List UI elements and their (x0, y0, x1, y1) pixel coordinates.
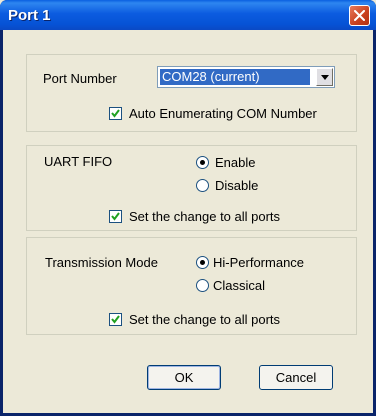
fifo-disable-label[interactable]: Disable (215, 178, 258, 193)
chevron-down-icon (321, 75, 329, 80)
transmission-apply-all-label[interactable]: Set the change to all ports (129, 312, 280, 327)
fifo-apply-all-label[interactable]: Set the change to all ports (129, 209, 280, 224)
title-bar[interactable]: Port 1 (0, 0, 376, 30)
dialog-window: Port 1 Port Number COM28 (current) Auto … (0, 0, 376, 416)
fifo-apply-all-checkbox[interactable] (109, 210, 122, 223)
cancel-button[interactable]: Cancel (259, 365, 333, 390)
window-title: Port 1 (8, 7, 51, 24)
radio-selected-dot (200, 260, 205, 265)
hi-performance-label[interactable]: Hi-Performance (213, 255, 304, 270)
checkmark-icon (111, 212, 120, 221)
uart-fifo-label: UART FIFO (44, 154, 113, 169)
fifo-disable-radio[interactable] (196, 179, 209, 192)
radio-selected-dot (200, 160, 205, 165)
close-icon (354, 10, 365, 21)
fifo-enable-label[interactable]: Enable (215, 155, 255, 170)
auto-enum-checkbox[interactable] (109, 107, 122, 120)
port-number-label: Port Number (43, 71, 117, 86)
transmission-mode-label: Transmission Mode (45, 255, 158, 270)
close-button[interactable] (349, 5, 370, 26)
fifo-enable-radio[interactable] (196, 156, 209, 169)
dropdown-button[interactable] (316, 68, 333, 86)
transmission-apply-all-checkbox[interactable] (109, 313, 122, 326)
checkmark-icon (111, 315, 120, 324)
hi-performance-radio[interactable] (196, 256, 209, 269)
auto-enum-label[interactable]: Auto Enumerating COM Number (129, 106, 317, 121)
dialog-client-area: Port Number COM28 (current) Auto Enumera… (3, 30, 373, 413)
classical-radio[interactable] (196, 279, 209, 292)
classical-label[interactable]: Classical (213, 278, 265, 293)
ok-button[interactable]: OK (147, 365, 221, 390)
port-number-dropdown[interactable]: COM28 (current) (157, 66, 335, 88)
port-number-selected-value: COM28 (current) (160, 69, 310, 85)
checkmark-icon (111, 109, 120, 118)
